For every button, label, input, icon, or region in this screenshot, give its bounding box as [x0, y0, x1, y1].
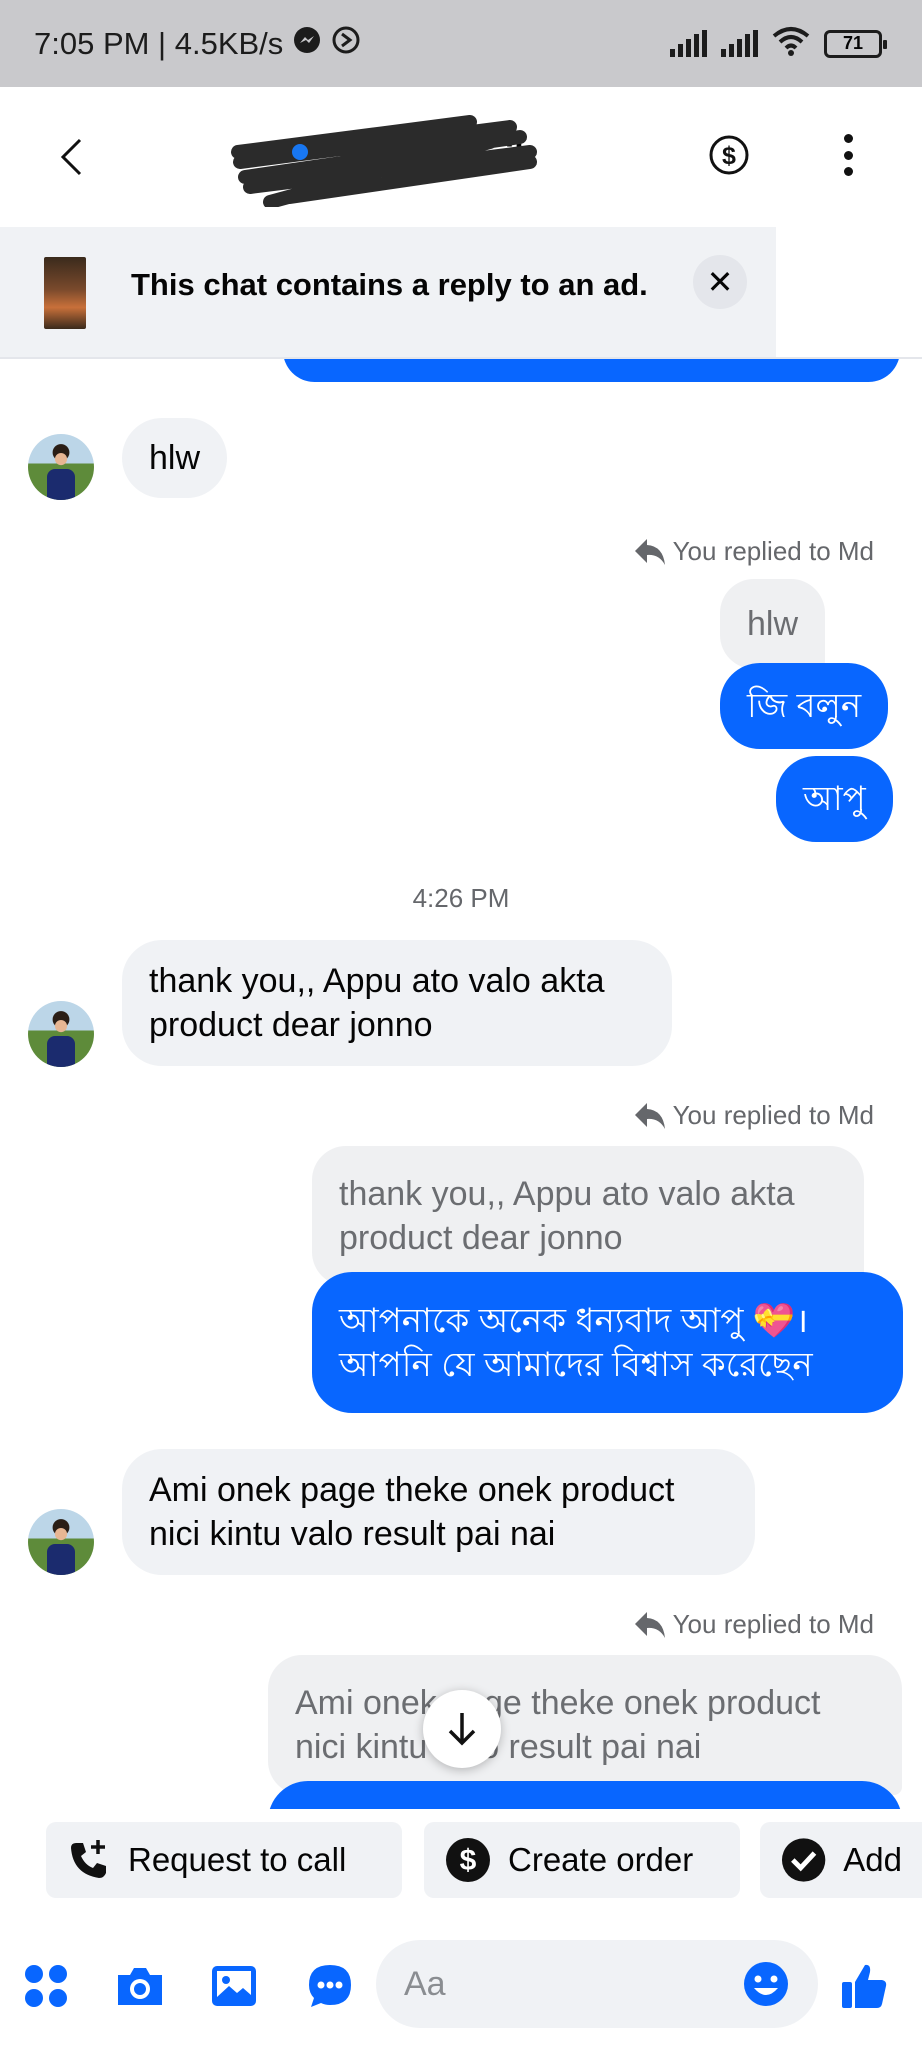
- quoted-message[interactable]: thank you,, Appu ato valo akta product d…: [312, 1146, 864, 1286]
- incoming-message[interactable]: hlw: [122, 418, 228, 498]
- outgoing-message-partial[interactable]: [283, 359, 900, 382]
- quick-actions-bar: Request to call $ Create order Add: [0, 1812, 922, 1922]
- check-circle-icon: [781, 1838, 826, 1882]
- reply-icon: [634, 1102, 665, 1129]
- arrow-down-icon: [448, 1713, 476, 1746]
- battery-level: 71: [842, 33, 864, 53]
- chat-bubble-icon: [309, 1965, 351, 2007]
- quoted-message[interactable]: Ami onek page theke onek product nici ki…: [268, 1655, 902, 1795]
- contact-avatar[interactable]: [28, 1001, 94, 1067]
- camera-button[interactable]: [114, 1960, 166, 2012]
- payment-button[interactable]: $: [708, 134, 750, 176]
- outgoing-message[interactable]: আপনাকে অনেক ধন্যবাদ আপু 💝। আপনি যে আমাদে…: [312, 1272, 903, 1413]
- svg-text:$: $: [460, 1844, 477, 1877]
- scroll-to-bottom-button[interactable]: [423, 1690, 501, 1768]
- back-button[interactable]: [46, 127, 96, 187]
- incoming-message[interactable]: Ami onek page theke onek product nici ki…: [122, 1449, 755, 1575]
- message-composer: Aa: [0, 1922, 922, 2048]
- create-order-button[interactable]: $ Create order: [424, 1822, 740, 1898]
- reply-indicator: You replied to Md: [633, 1609, 874, 1640]
- message-timestamp: 4:26 PM: [412, 883, 510, 913]
- emoji-icon[interactable]: [742, 1960, 790, 2008]
- close-banner-button[interactable]: ✕: [693, 255, 747, 309]
- phone-plus-icon: [71, 1840, 106, 1878]
- more-options-button[interactable]: [830, 130, 866, 180]
- contact-avatar[interactable]: [28, 434, 94, 500]
- grid-dots-icon: [25, 1965, 67, 2007]
- chevron-left-icon: [60, 138, 82, 176]
- outgoing-message[interactable]: আপু: [776, 756, 893, 842]
- status-time: 7:05 PM | 4.5KB/s: [34, 25, 284, 61]
- saved-replies-button[interactable]: [304, 1960, 356, 2012]
- redaction-scribble: [231, 115, 537, 207]
- wifi-icon: [772, 26, 810, 61]
- like-button[interactable]: [838, 1960, 890, 2012]
- battery-icon: 71: [824, 29, 887, 58]
- close-icon: ✕: [706, 264, 734, 300]
- camera-icon: [118, 1968, 162, 2005]
- reply-indicator: You replied to Md: [633, 536, 874, 567]
- quoted-message[interactable]: hlw: [720, 579, 826, 669]
- dollar-circle-icon: $: [446, 1838, 490, 1882]
- reply-icon: [634, 538, 665, 565]
- reply-indicator: You replied to Md: [633, 1100, 874, 1131]
- outgoing-message-partial[interactable]: [268, 1781, 902, 1809]
- contact-avatar[interactable]: [28, 1509, 94, 1575]
- app-notification-icon: [331, 25, 361, 63]
- status-bar: 7:05 PM | 4.5KB/s 71: [0, 0, 922, 87]
- dollar-icon: $: [709, 135, 749, 175]
- ad-thumbnail[interactable]: [44, 257, 86, 329]
- request-to-call-button[interactable]: Request to call: [46, 1822, 402, 1898]
- outgoing-message[interactable]: জি বলুন: [720, 663, 889, 749]
- reply-icon: [634, 1611, 665, 1638]
- signal-icon-2: [721, 29, 758, 57]
- gallery-button[interactable]: [208, 1960, 260, 2012]
- signal-icon: [670, 29, 707, 57]
- add-button[interactable]: Add: [760, 1822, 922, 1898]
- image-icon: [212, 1966, 256, 2006]
- more-actions-button[interactable]: [20, 1960, 72, 2012]
- messenger-icon: [293, 26, 321, 62]
- ad-reply-banner: This chat contains a reply to an ad.: [0, 227, 776, 357]
- incoming-message[interactable]: thank you,, Appu ato valo akta product d…: [122, 940, 672, 1066]
- svg-text:$: $: [722, 142, 736, 170]
- thumbs-up-icon: [842, 1964, 887, 2008]
- chat-header: ib: [0, 87, 922, 227]
- ad-banner-text: This chat contains a reply to an ad.: [131, 267, 648, 302]
- message-list[interactable]: hlw You replied to Md hlw জি বলুন আপু 4:…: [0, 359, 922, 1809]
